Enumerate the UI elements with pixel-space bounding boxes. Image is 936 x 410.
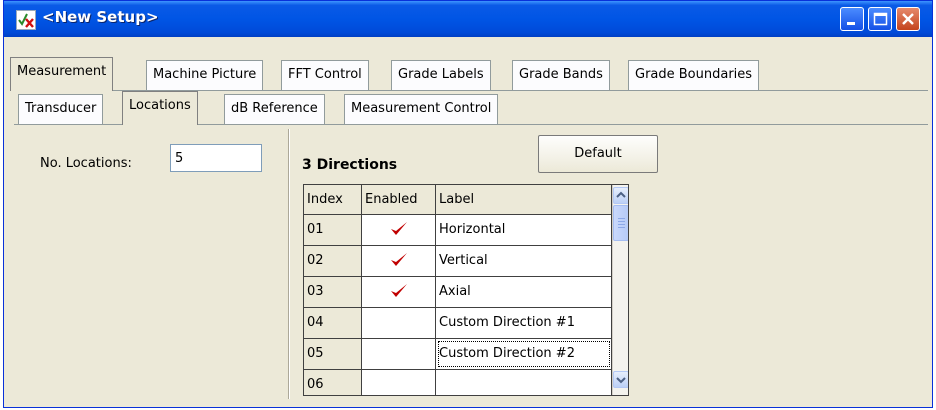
setup-window: <New Setup> Measurement Machine Picture … (3, 0, 933, 408)
label-cell[interactable] (436, 370, 612, 395)
index-cell: 04 (304, 308, 362, 338)
header-label[interactable]: Label (436, 185, 612, 214)
tab-locations[interactable]: Locations (122, 91, 198, 125)
panel-divider (288, 129, 290, 399)
tab-measurement[interactable]: Measurement (10, 57, 114, 91)
scrollbar-thumb[interactable] (613, 205, 628, 241)
maximize-button[interactable] (868, 7, 892, 31)
label-cell[interactable]: Axial (436, 277, 612, 307)
index-cell: 02 (304, 246, 362, 276)
index-cell: 05 (304, 339, 362, 369)
grid-header: Index Enabled Label (304, 185, 612, 215)
enabled-cell[interactable] (362, 370, 436, 395)
title-bar[interactable]: <New Setup> (4, 1, 932, 37)
table-row[interactable]: 06 (304, 370, 612, 395)
scroll-down-button[interactable] (613, 371, 628, 388)
tab-transducer[interactable]: Transducer (18, 94, 104, 124)
enabled-cell[interactable] (362, 339, 436, 369)
index-cell: 03 (304, 277, 362, 307)
table-row[interactable]: 01 Horizontal (304, 215, 612, 246)
chevron-up-icon (616, 191, 626, 198)
minimize-button[interactable] (840, 7, 864, 31)
chevron-down-icon (616, 377, 626, 384)
checkmark-icon (391, 284, 407, 297)
checkmark-icon (391, 222, 407, 235)
table-row[interactable]: 04 Custom Direction #1 (304, 308, 612, 339)
tab-grade-boundaries[interactable]: Grade Boundaries (628, 60, 760, 90)
window-title: <New Setup> (42, 8, 159, 26)
table-row[interactable]: 05 Custom Direction #2 (304, 339, 612, 370)
app-icon (16, 10, 36, 30)
directions-grid: Index Enabled Label 01 Horizontal 02 Ver… (303, 184, 629, 396)
tab-machine-picture[interactable]: Machine Picture (146, 60, 264, 90)
enabled-cell[interactable] (362, 277, 436, 307)
index-cell: 06 (304, 370, 362, 395)
tab-grade-labels[interactable]: Grade Labels (391, 60, 491, 90)
label-cell[interactable]: Custom Direction #1 (436, 308, 612, 338)
label-cell[interactable]: Horizontal (436, 215, 612, 245)
locations-input[interactable] (170, 144, 262, 172)
tab-fft-control[interactable]: FFT Control (281, 60, 369, 90)
scroll-up-button[interactable] (613, 187, 628, 204)
enabled-cell[interactable] (362, 215, 436, 245)
label-cell-focused[interactable]: Custom Direction #2 (436, 339, 612, 369)
default-button[interactable]: Default (538, 135, 658, 173)
directions-title: 3 Directions (302, 157, 398, 173)
locations-label: No. Locations: (40, 156, 132, 171)
table-row[interactable]: 03 Axial (304, 277, 612, 308)
table-row[interactable]: 02 Vertical (304, 246, 612, 277)
tab-grade-bands[interactable]: Grade Bands (512, 60, 610, 90)
vertical-scrollbar[interactable] (612, 185, 628, 395)
enabled-cell[interactable] (362, 246, 436, 276)
close-button[interactable] (896, 7, 920, 31)
enabled-cell[interactable] (362, 308, 436, 338)
tab-db-reference[interactable]: dB Reference (224, 94, 325, 124)
tab-measurement-control[interactable]: Measurement Control (344, 94, 499, 124)
header-enabled[interactable]: Enabled (362, 185, 436, 214)
label-cell[interactable]: Vertical (436, 246, 612, 276)
checkmark-icon (391, 253, 407, 266)
header-index[interactable]: Index (304, 185, 362, 214)
index-cell: 01 (304, 215, 362, 245)
